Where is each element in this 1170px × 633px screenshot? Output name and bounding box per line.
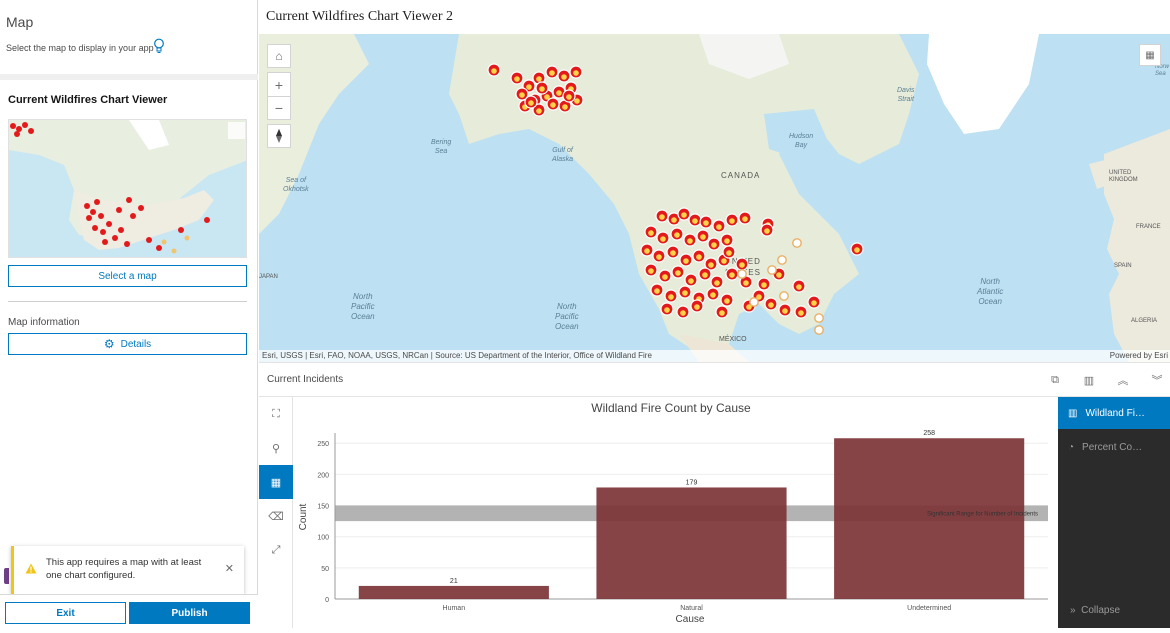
- attribution-text: Esri, USGS | Esri, FAO, NOAA, USGS, NRCa…: [262, 351, 652, 360]
- details-label: Details: [120, 338, 152, 350]
- x-tick-label: Undetermined: [907, 605, 951, 612]
- divider: [8, 301, 247, 302]
- collapse-label: Collapse: [1081, 605, 1121, 616]
- exit-button[interactable]: Exit: [5, 602, 126, 624]
- chart-panel-header: Current Incidents ⧉ ▥ ︽ ︾: [259, 362, 1170, 397]
- warning-toast: This app requires a map with at least on…: [11, 546, 244, 594]
- fullscreen-icon[interactable]: ⤢: [259, 533, 293, 567]
- y-tick-label: 250: [317, 441, 329, 448]
- compass-icon: [276, 129, 282, 143]
- builder-panel: Map Select the map to display in your ap…: [0, 0, 258, 628]
- pie-chart-icon: ◔: [1068, 441, 1075, 453]
- zoom-out-button[interactable]: −: [267, 96, 291, 120]
- panel-subtitle: Select the map to display in your app: [6, 43, 154, 53]
- data-label: 179: [686, 479, 698, 486]
- chart-toolstrip: ⛶ ⚲ ▦ ⌫ ⤢: [259, 397, 293, 628]
- data-label: 258: [923, 430, 935, 437]
- chart-toggle-button[interactable]: ▦: [1139, 44, 1161, 66]
- map-attribution: Esri, USGS | Esri, FAO, NOAA, USGS, NRCa…: [259, 350, 1170, 362]
- y-axis-title: Count: [298, 503, 309, 530]
- lightbulb-icon[interactable]: [153, 38, 165, 54]
- gear-icon: ⚙: [103, 337, 115, 351]
- y-tick-label: 50: [321, 566, 329, 573]
- map-view[interactable]: CANADA UNITED STATES MÉXICO Bering Sea G…: [259, 34, 1170, 362]
- toast-message: This app requires a map with at least on…: [46, 557, 202, 581]
- side-tab[interactable]: [4, 568, 9, 584]
- fire-markers-layer[interactable]: [259, 34, 1170, 362]
- plus-icon: +: [274, 76, 284, 93]
- chart-view-icon[interactable]: ▦: [259, 465, 293, 499]
- zoom-selection-icon[interactable]: ⧉: [1047, 372, 1063, 388]
- map-thumbnail[interactable]: [8, 119, 247, 258]
- series-label: Wildland Fi…: [1085, 407, 1145, 419]
- y-tick-label: 0: [325, 597, 329, 604]
- eraser-icon[interactable]: ⌫: [259, 499, 293, 533]
- series-item-percent-contained[interactable]: ◔ Percent Co…: [1058, 431, 1170, 463]
- app-title: Current Wildfires Chart Viewer 2: [266, 9, 454, 24]
- series-label: Percent Co…: [1082, 441, 1143, 453]
- divider: [0, 74, 258, 80]
- panel-title: Map: [6, 14, 34, 30]
- zoom-in-button[interactable]: +: [267, 72, 291, 96]
- chart-series-list: ▥ Wildland Fi… ◔ Percent Co… » Collapse: [1058, 397, 1170, 628]
- bar[interactable]: [834, 438, 1025, 599]
- select-map-button[interactable]: Select a map: [8, 265, 247, 287]
- chevrons-up-icon[interactable]: ︽: [1115, 372, 1131, 388]
- close-icon[interactable]: ✕: [225, 562, 234, 575]
- home-button[interactable]: ⌂: [267, 44, 291, 68]
- publish-button[interactable]: Publish: [129, 602, 250, 624]
- series-item-wildland-fire[interactable]: ▥ Wildland Fi…: [1058, 397, 1170, 429]
- filter-by-extent-icon[interactable]: ⛶: [259, 397, 293, 431]
- map-card-title: Current Wildfires Chart Viewer: [8, 94, 168, 106]
- chart-svg: Wildland Fire Count by Cause 0 50 100 150 200…: [298, 401, 1048, 625]
- warning-icon: [25, 563, 37, 574]
- minus-icon: −: [274, 100, 284, 116]
- y-tick-label: 150: [317, 504, 329, 511]
- search-icon[interactable]: ⚲: [259, 431, 293, 465]
- y-tick-label: 100: [317, 535, 329, 542]
- y-tick-label: 200: [317, 472, 329, 479]
- chevrons-right-icon: »: [1070, 605, 1076, 616]
- powered-by-esri[interactable]: Powered by Esri: [1110, 350, 1168, 362]
- collapse-button[interactable]: » Collapse: [1070, 605, 1120, 616]
- x-tick-label: Human: [443, 605, 466, 612]
- guide-label: Significant Range for Number of Incident…: [927, 511, 1038, 517]
- compass-button[interactable]: [267, 124, 291, 148]
- chart-list-icon[interactable]: ▥: [1081, 372, 1097, 388]
- chart-title: Wildland Fire Count by Cause: [591, 401, 751, 415]
- chevrons-down-icon[interactable]: ︾: [1149, 372, 1165, 388]
- footer-actions: Exit Publish: [0, 594, 258, 628]
- details-button[interactable]: ⚙ Details: [8, 333, 247, 355]
- home-icon: ⌂: [275, 49, 283, 63]
- x-axis-title: Cause: [676, 614, 705, 625]
- bar-chart-icon: ▥: [1068, 407, 1078, 419]
- chart-layer-title: Current Incidents: [267, 374, 344, 385]
- bar[interactable]: [596, 487, 787, 599]
- bar[interactable]: [358, 585, 549, 599]
- chart-icon: ▦: [1145, 49, 1155, 61]
- data-label: 21: [450, 578, 458, 585]
- bar-chart[interactable]: Wildland Fire Count by Cause 0 50 100 150 200…: [293, 397, 1058, 628]
- x-tick-label: Natural: [680, 605, 703, 612]
- map-information-label: Map information: [8, 317, 80, 328]
